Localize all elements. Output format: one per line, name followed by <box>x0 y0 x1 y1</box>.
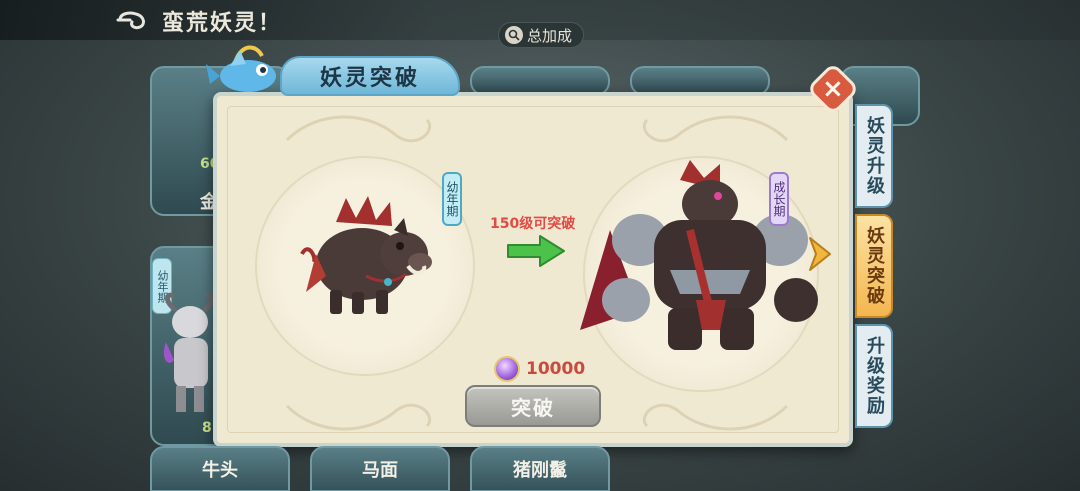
boar-creature-image <box>300 196 432 314</box>
card-niutou[interactable]: 牛头 <box>150 446 290 491</box>
panel-title: 妖灵突破 <box>319 66 420 91</box>
purple-gem-icon <box>494 356 520 382</box>
total-bonus-label: 总加成 <box>527 26 573 45</box>
growth-stage-tag: 成长期 <box>769 172 789 226</box>
close-icon: × <box>822 73 844 104</box>
total-bonus-button[interactable]: 总加成 <box>498 22 584 48</box>
back-arrow-icon <box>116 11 145 30</box>
warrior-creature-image <box>580 160 818 350</box>
fish-mascot-icon <box>206 45 276 92</box>
level-requirement: 150级可突破 <box>490 216 576 232</box>
page-title: 蛮荒妖灵！ <box>162 11 283 36</box>
card-mamian[interactable]: 马面 <box>310 446 450 491</box>
next-arrow-icon[interactable] <box>804 234 834 274</box>
search-icon <box>505 26 523 44</box>
tab-spirit-upgrade[interactable]: 妖灵升级 <box>855 104 893 208</box>
young-stage-tag: 幼年期 <box>442 172 462 226</box>
back-button[interactable] <box>112 6 156 34</box>
cost-row: 10000 <box>494 355 585 383</box>
goat-creature-image <box>163 292 215 412</box>
breakthrough-button[interactable]: 突破 <box>465 385 601 427</box>
card-zhugangliang[interactable]: 猪刚鬣 <box>470 446 610 491</box>
panel-title-banner: 妖灵突破 <box>280 56 460 96</box>
tab-upgrade-reward[interactable]: 升级奖励 <box>855 324 893 428</box>
cost-amount: 10000 <box>526 359 586 379</box>
decorative-swirl <box>285 115 789 143</box>
green-arrow-icon <box>507 235 565 267</box>
tab-spirit-breakthrough[interactable]: 妖灵突破 <box>855 214 893 318</box>
